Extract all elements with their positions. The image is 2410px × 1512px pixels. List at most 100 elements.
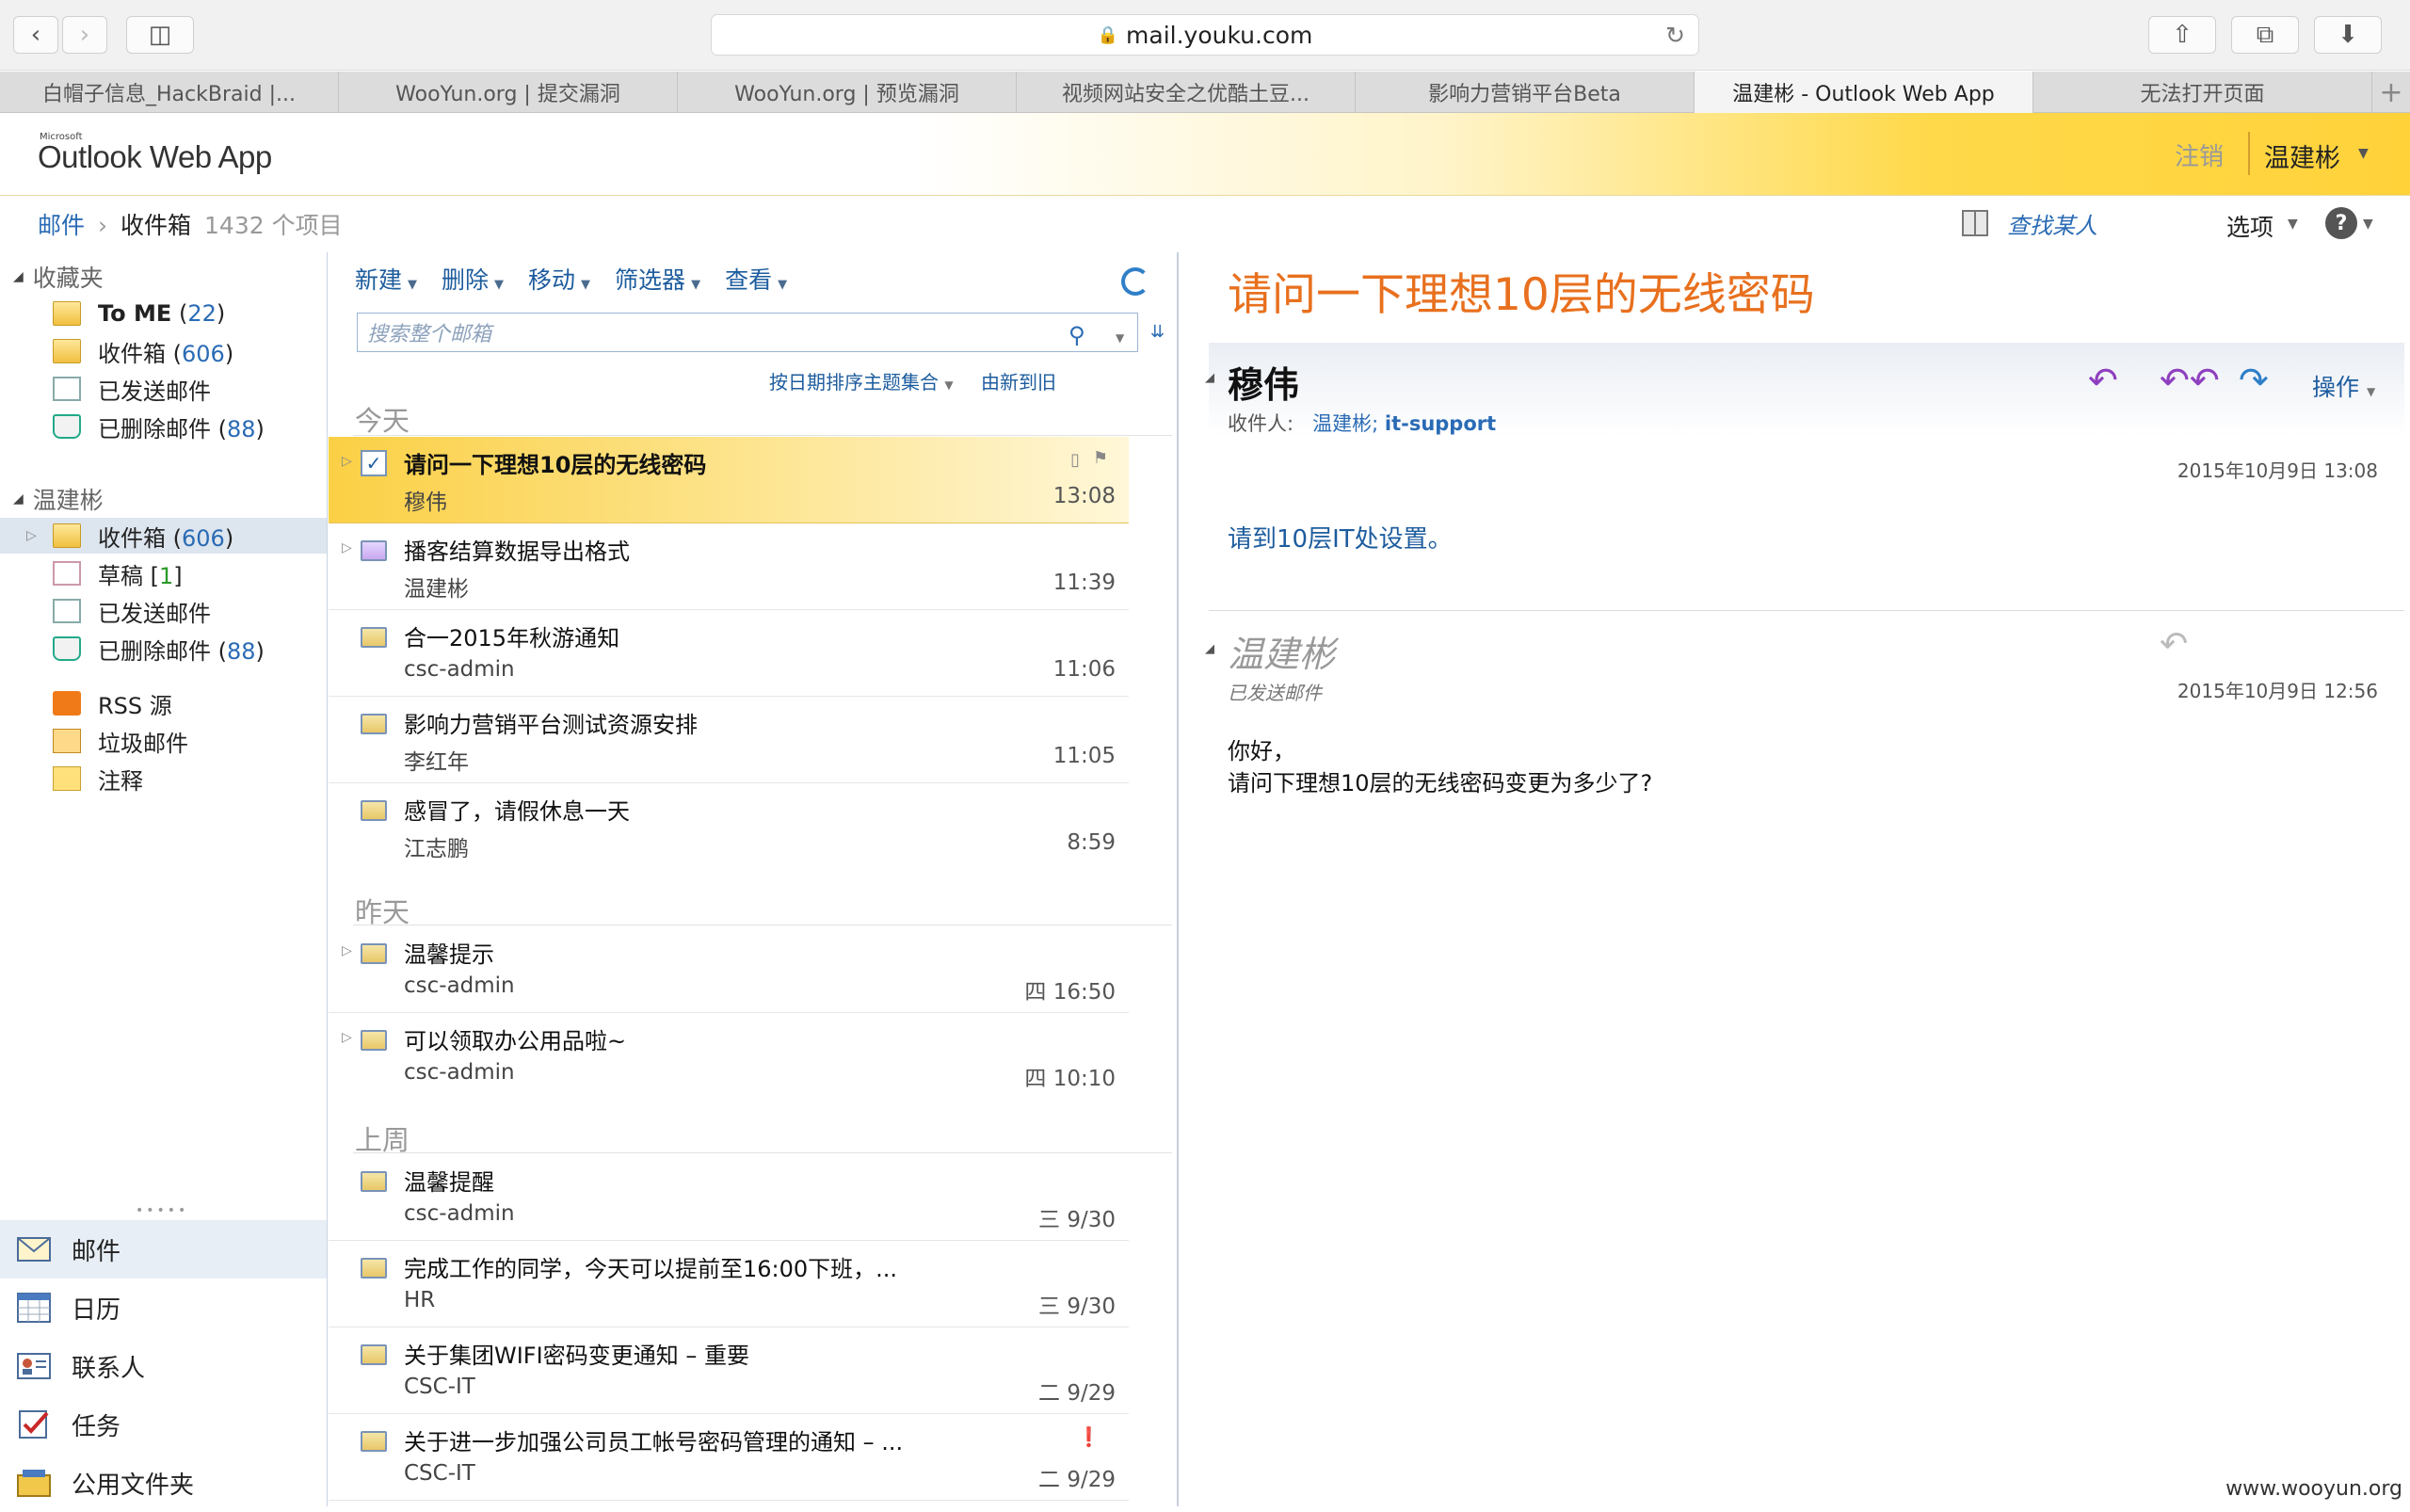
- back-button[interactable]: ‹: [13, 16, 58, 54]
- chevron-down-icon: ▼: [581, 278, 590, 292]
- chevron-down-icon[interactable]: ▼: [2288, 217, 2298, 232]
- pane-resize-handle[interactable]: •••••: [136, 1203, 188, 1218]
- group-header-today: 今天: [355, 399, 410, 439]
- message-row[interactable]: 合一2015年秋游通知 csc-admin 11:06: [329, 610, 1129, 697]
- nav-tasks[interactable]: 任务: [0, 1395, 327, 1454]
- message-row[interactable]: ▷ 播客结算数据导出格式 温建彬 11:39: [329, 523, 1129, 610]
- expand-icon[interactable]: ▷: [342, 454, 352, 469]
- tabs-overview-icon[interactable]: ⧉: [2231, 16, 2299, 54]
- folder-inbox[interactable]: ▷ 收件箱 (606): [0, 518, 327, 554]
- read-envelope-icon: [361, 800, 387, 821]
- list-toolbar: 新建▼ 删除▼ 移动▼ 筛选器▼ 查看▼: [355, 262, 787, 296]
- collapse-icon[interactable]: ◢: [13, 269, 24, 284]
- checkbox-checked-icon[interactable]: ✓: [361, 450, 387, 476]
- folder-notes[interactable]: 注释: [0, 761, 327, 796]
- message-row[interactable]: ▷ 可以领取办公用品啦~ csc-admin 四 10:10: [329, 1013, 1129, 1100]
- address-bar[interactable]: 🔒 mail.youku.com ↻: [711, 14, 1699, 56]
- mailbox-header[interactable]: ◢ 温建彬: [13, 482, 104, 516]
- search-input[interactable]: 搜索整个邮箱: [357, 313, 1138, 352]
- message-row[interactable]: 关于进一步加强公司员工帐号密码管理的通知 – ... CSC-IT ❗ 二 9/…: [329, 1414, 1129, 1501]
- recipient-link[interactable]: 温建彬;: [1312, 412, 1378, 435]
- recipients: 收件人: 温建彬; it-support: [1228, 409, 1496, 437]
- chevron-down-icon[interactable]: ▼: [1116, 331, 1124, 345]
- message-row[interactable]: 关于集团WIFI密码变更通知 – 重要 CSC-IT 二 9/29: [329, 1327, 1129, 1414]
- collapse-icon[interactable]: ◢: [1205, 371, 1214, 385]
- user-menu[interactable]: 温建彬: [2264, 137, 2340, 174]
- message-row[interactable]: 温馨提醒 csc-admin 三 9/30: [329, 1154, 1129, 1241]
- message-row[interactable]: 感冒了，请假休息一天 江志鹏 8:59: [329, 783, 1129, 870]
- address-book-icon[interactable]: [1960, 209, 1990, 237]
- favorites-header[interactable]: ◢ 收藏夹: [13, 260, 104, 294]
- folder-drafts[interactable]: 草稿 [1]: [0, 555, 327, 591]
- recycle-bin-icon: [53, 414, 81, 439]
- folder-sent[interactable]: 已发送邮件: [0, 593, 327, 629]
- tab-wooyun-preview[interactable]: WooYun.org | 预览漏洞: [678, 72, 1017, 113]
- flag-icon[interactable]: ⚑: [1093, 448, 1108, 468]
- refresh-icon[interactable]: [1121, 267, 1149, 296]
- filter-button[interactable]: 筛选器▼: [615, 262, 700, 296]
- folder-deleted[interactable]: 已删除邮件 (88): [0, 631, 327, 667]
- new-tab-button[interactable]: +: [2372, 72, 2410, 113]
- sort-dropdown[interactable]: 按日期排序主题集合 ▼: [769, 367, 954, 394]
- folder-to-me[interactable]: To ME (22): [0, 296, 327, 331]
- message-row[interactable]: ▷ 温馨提示 csc-admin 四 16:50: [329, 926, 1129, 1013]
- find-someone-link[interactable]: 查找某人: [2007, 207, 2097, 240]
- expand-icon[interactable]: ▷: [342, 1030, 352, 1045]
- breadcrumb-mail[interactable]: 邮件: [38, 207, 85, 241]
- nav-contacts[interactable]: 联系人: [0, 1337, 327, 1395]
- nav-calendar[interactable]: 日历: [0, 1279, 327, 1337]
- tab-wooyun-submit[interactable]: WooYun.org | 提交漏洞: [339, 72, 678, 113]
- options-menu[interactable]: 选项: [2226, 209, 2273, 243]
- chevron-down-icon[interactable]: ▼: [2358, 146, 2369, 161]
- expand-icon[interactable]: ▷: [342, 943, 352, 958]
- sort-order-toggle[interactable]: 由新到旧: [981, 367, 1056, 394]
- folder-sent-fav[interactable]: 已发送邮件: [0, 371, 327, 407]
- downloads-icon[interactable]: ⬇: [2314, 16, 2382, 54]
- recipient-link[interactable]: it-support: [1385, 412, 1496, 435]
- expand-search-icon[interactable]: ⇊: [1150, 322, 1165, 342]
- tab-video-security[interactable]: 视频网站安全之优酷土豆...: [1017, 72, 1356, 113]
- forward-button[interactable]: ›: [62, 16, 107, 54]
- message-row[interactable]: 完成工作的同学，今天可以提前至16:00下班，... HR 三 9/30: [329, 1241, 1129, 1327]
- expand-icon[interactable]: ▷: [342, 540, 352, 555]
- view-button[interactable]: 查看▼: [725, 262, 787, 296]
- expand-icon[interactable]: ▷: [26, 528, 37, 543]
- forward-icon[interactable]: ↷: [2239, 360, 2269, 401]
- nav-mail[interactable]: 邮件: [0, 1220, 327, 1279]
- help-icon[interactable]: ?: [2325, 207, 2357, 239]
- folder-junk[interactable]: 垃圾邮件: [0, 723, 327, 759]
- actions-menu[interactable]: 操作 ▼: [2312, 369, 2375, 403]
- delete-button[interactable]: 删除▼: [442, 262, 504, 296]
- category-icon[interactable]: ▯: [1070, 450, 1080, 470]
- message-title: 请问一下理想10层的无线密码: [1228, 258, 1815, 323]
- reply-icon[interactable]: ↶: [2088, 360, 2118, 401]
- reload-icon[interactable]: ↻: [1665, 22, 1685, 49]
- collapse-icon[interactable]: ◢: [13, 491, 24, 507]
- message-body: 请到10层IT处设置。: [1228, 520, 1453, 555]
- share-icon[interactable]: ⇧: [2148, 16, 2216, 54]
- tab-cannot-open[interactable]: 无法打开页面: [2033, 72, 2372, 113]
- reply-all-icon[interactable]: ↶: [2160, 625, 2188, 664]
- move-button[interactable]: 移动▼: [528, 262, 590, 296]
- tab-influence-platform[interactable]: 影响力营销平台Beta: [1356, 72, 1695, 113]
- message-date: 2015年10月9日 13:08: [2177, 456, 2378, 483]
- sidebar-toggle-icon[interactable]: ◫: [126, 16, 194, 54]
- tab-hackbraid[interactable]: 白帽子信息_HackBraid |...: [0, 72, 339, 113]
- new-button[interactable]: 新建▼: [355, 262, 417, 296]
- search-icon[interactable]: ⚲: [1068, 322, 1085, 348]
- read-envelope-icon: [361, 1344, 387, 1365]
- folder-deleted-fav[interactable]: 已删除邮件 (88): [0, 409, 327, 444]
- folder-rss[interactable]: RSS 源: [0, 685, 327, 721]
- tab-outlook[interactable]: 温建彬 - Outlook Web App: [1695, 72, 2033, 113]
- message-row[interactable]: 影响力营销平台测试资源安排 李红年 11:05: [329, 697, 1129, 783]
- message-row[interactable]: ▷ ✓ 请问一下理想10层的无线密码 穆伟 ▯ ⚑ 13:08: [329, 437, 1129, 523]
- chevron-down-icon[interactable]: ▼: [2363, 217, 2373, 232]
- collapse-icon[interactable]: ◢: [1205, 642, 1214, 656]
- logout-link[interactable]: 注销: [2175, 137, 2224, 172]
- folder-inbox-fav[interactable]: 收件箱 (606): [0, 333, 327, 369]
- folder-label: 已删除邮件: [98, 638, 211, 665]
- unread-count: 88: [227, 416, 256, 442]
- favorites-label: 收藏夹: [33, 260, 104, 294]
- reply-all-icon[interactable]: ↶↶: [2160, 360, 2220, 401]
- nav-public-folders[interactable]: 公用文件夹: [0, 1454, 327, 1512]
